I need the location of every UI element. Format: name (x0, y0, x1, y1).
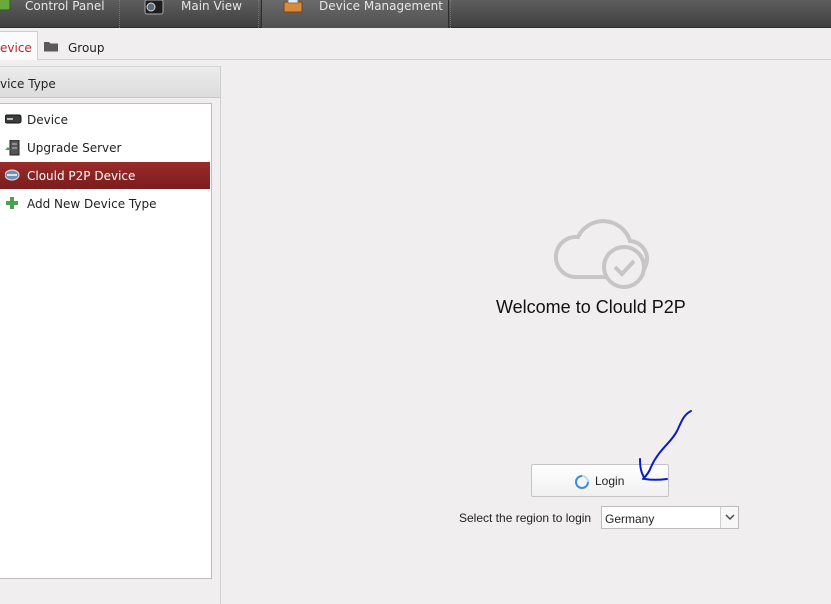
control-panel-icon (0, 0, 11, 11)
region-select-value: Germany (605, 512, 655, 526)
cloud-check-icon (553, 219, 650, 289)
type-item-label: Clould P2P Device (27, 169, 136, 183)
type-item-label: Add New Device Type (27, 197, 157, 211)
server-icon (5, 140, 20, 156)
device-type-header-label: vice Type (0, 77, 56, 91)
tab-divider (450, 0, 451, 28)
device-type-list: Device Upgrade Server Clould P2P Device (0, 103, 212, 579)
tab-control-panel[interactable]: Control Panel (0, 0, 120, 28)
subtab-device[interactable]: evice (0, 31, 38, 60)
region-label: Select the region to login (459, 511, 592, 525)
tab-device-management[interactable]: Device Management (261, 0, 449, 28)
folder-icon (44, 42, 58, 52)
type-item-add-new-device-type[interactable]: Add New Device Type (0, 190, 210, 217)
subtab-device-label: evice (0, 41, 32, 55)
type-item-label: Device (27, 113, 69, 127)
welcome-title: Welcome to Clould P2P (496, 297, 686, 317)
region-dropdown-button[interactable] (720, 507, 738, 528)
top-navigation-bar: Control Panel Main View Device Managemen… (0, 0, 831, 28)
subtab-group-label: Group (68, 41, 105, 55)
chevron-down-icon (725, 514, 735, 520)
login-button-label: Login (595, 474, 625, 488)
plus-icon (6, 197, 18, 209)
cloud-p2p-main-area: Welcome to Clould P2P Login Select the r… (222, 61, 831, 604)
type-item-cloud-p2p-device[interactable]: Clould P2P Device (0, 162, 210, 189)
sub-tab-bar: evice Group (0, 28, 831, 60)
region-select[interactable]: Germany (601, 506, 739, 529)
tab-control-panel-label: Control Panel (25, 0, 105, 13)
tab-main-view-label: Main View (181, 0, 242, 13)
tab-device-management-label: Device Management (319, 0, 443, 13)
device-type-panel: vice Type Device Upgrade Server Clould P… (0, 66, 221, 604)
main-view-icon (144, 0, 164, 15)
loading-spinner-icon (575, 475, 589, 489)
subtab-group[interactable]: Group (42, 31, 122, 60)
cloud-device-icon (5, 169, 20, 181)
device-type-header: vice Type (0, 66, 220, 98)
type-item-upgrade-server[interactable]: Upgrade Server (0, 134, 210, 161)
device-management-icon (283, 0, 303, 13)
type-item-device[interactable]: Device (0, 106, 210, 133)
handdrawn-arrow-annotation (639, 410, 692, 481)
dvr-icon (5, 114, 22, 124)
tab-main-view[interactable]: Main View (121, 0, 259, 28)
type-item-label: Upgrade Server (27, 141, 122, 155)
